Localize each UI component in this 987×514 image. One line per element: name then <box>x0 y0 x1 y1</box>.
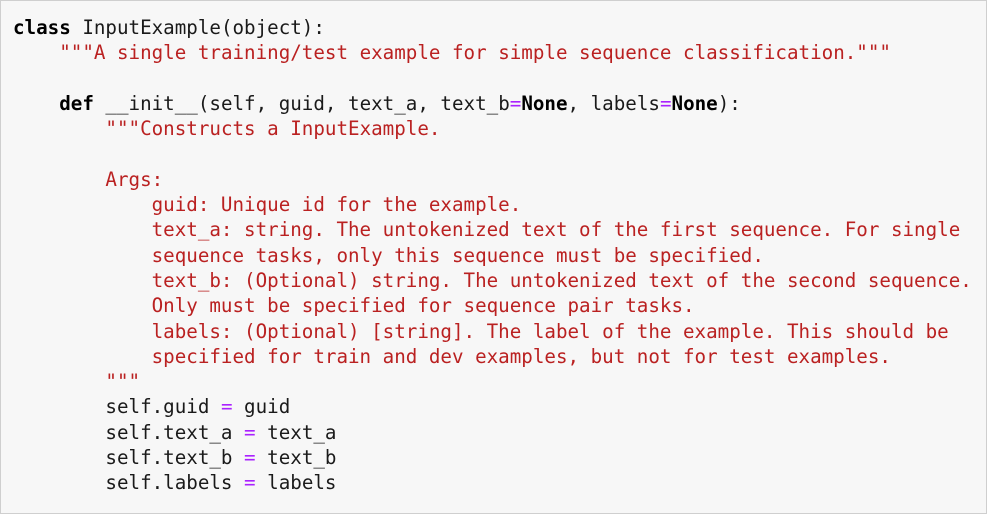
code-token: = <box>509 91 522 115</box>
code-token: self.text_b <box>13 446 245 470</box>
code-line: """ <box>13 369 972 394</box>
code-token: = <box>244 446 256 470</box>
code-line: self.labels = labels <box>13 470 972 495</box>
code-line: text_a: string. The untokenized text of … <box>13 217 972 242</box>
code-token: = <box>659 91 672 115</box>
code-line: self.guid = guid <box>13 394 972 419</box>
code-token: InputExample(object): <box>70 16 325 39</box>
code-token: """ <box>105 370 141 394</box>
code-token: class <box>13 16 71 39</box>
code-line: Only must be specified for sequence pair… <box>13 293 972 318</box>
code-cell[interactable]: class InputExample(object): """A single … <box>0 0 987 514</box>
code-token: self.guid <box>13 395 221 419</box>
code-token: guid <box>232 395 291 419</box>
code-token: None <box>671 91 718 115</box>
code-token: guid: Unique id for the example. <box>151 193 522 217</box>
code-token: """A single training/test example for si… <box>59 41 891 65</box>
code-line: labels: (Optional) [string]. The label o… <box>13 319 972 344</box>
code-token: """Constructs a InputExample. <box>105 117 441 141</box>
code-line: text_b: (Optional) string. The untokeniz… <box>13 268 972 293</box>
code-token: self.text_a <box>13 420 245 444</box>
code-line: class InputExample(object): <box>13 15 972 40</box>
code-line: self.text_a = text_a <box>13 420 972 445</box>
code-token: ): <box>717 91 741 115</box>
code-block[interactable]: class InputExample(object): """A single … <box>13 15 972 496</box>
code-line: Args: <box>13 167 972 192</box>
code-token: , labels <box>567 91 660 115</box>
code-token: specified for train and dev examples, bu… <box>151 344 891 368</box>
code-token: Only must be specified for sequence pair… <box>151 294 695 318</box>
code-token: text_a: string. The untokenized text of … <box>151 218 961 242</box>
code-token: = <box>244 471 256 495</box>
code-line: self.text_b = text_b <box>13 445 972 470</box>
code-line: sequence tasks, only this sequence must … <box>13 243 972 268</box>
code-token: __init__(self, guid, text_a, text_b <box>93 91 510 115</box>
code-token: None <box>521 91 568 115</box>
code-token: Args: <box>105 167 164 191</box>
code-line: guid: Unique id for the example. <box>13 192 972 217</box>
code-token: labels <box>255 471 337 495</box>
code-line: """A single training/test example for si… <box>13 40 972 65</box>
code-line: """Constructs a InputExample. <box>13 116 972 141</box>
code-token: def <box>59 91 94 115</box>
code-token: self.labels <box>13 471 245 495</box>
code-token: text_b <box>255 446 337 470</box>
code-token: labels: (Optional) [string]. The label o… <box>151 319 949 343</box>
code-token: text_a <box>255 420 337 444</box>
code-token: = <box>244 420 256 444</box>
code-line: specified for train and dev examples, bu… <box>13 344 972 369</box>
code-token: sequence tasks, only this sequence must … <box>151 243 764 267</box>
code-token: text_b: (Optional) string. The untokeniz… <box>151 268 972 292</box>
code-token: = <box>220 395 233 419</box>
code-line: def __init__(self, guid, text_a, text_b=… <box>13 91 972 116</box>
